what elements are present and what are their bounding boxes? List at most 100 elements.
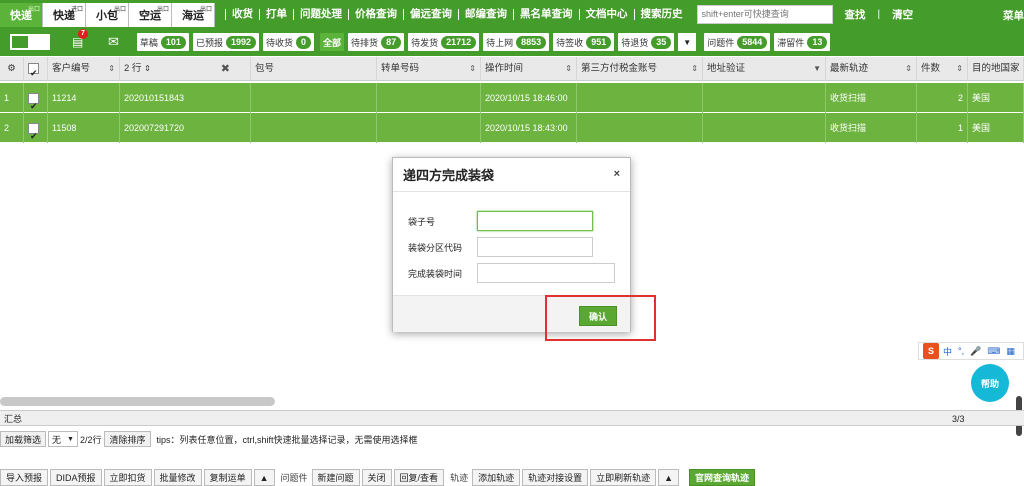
new-problem-button[interactable]: 新建问题 [311, 469, 360, 486]
hold-button[interactable]: 立即扣货 [103, 469, 152, 486]
status-pill-to-return[interactable]: 待退货 35 [618, 33, 675, 51]
finish-time-input[interactable] [477, 263, 615, 283]
bag-no-row: 袋子号 [393, 211, 593, 231]
status-pill-draft[interactable]: 草稿 101 [136, 33, 189, 51]
status-pill-to-online[interactable]: 待上网 8853 [483, 33, 550, 51]
zone-code-input[interactable] [477, 237, 593, 257]
status-pill-to-arrange[interactable]: 待排货 87 [348, 33, 405, 51]
page-indicator: 3/3 [952, 414, 965, 424]
col-header-customer-no[interactable]: 客户编号 ⇕ [48, 57, 120, 81]
chevron-up-icon[interactable]: ▲ [253, 469, 275, 486]
help-button[interactable]: 帮助 [971, 364, 1009, 402]
chevron-down-icon[interactable]: ▼ [678, 33, 697, 51]
close-icon[interactable]: ✖ [221, 57, 230, 81]
grid-icon[interactable]: ▦ [1006, 346, 1015, 357]
cell-order-no: 202007291720 [120, 113, 251, 143]
col-header-latest-track[interactable]: 最新轨迹 ⇕ [826, 57, 917, 81]
import-forecast-button[interactable]: 导入预报 [0, 469, 49, 486]
summary-bar: 汇总 3/3 [0, 410, 1024, 426]
menu-item-blacklist[interactable]: 黑名单查询 [513, 8, 579, 20]
table-row[interactable]: 1 11214 202010151843 2020/10/15 18:46:00… [0, 83, 1024, 113]
menu-item-problem[interactable]: 问题处理 [293, 8, 348, 20]
ime-punctuation-icon[interactable]: °, [958, 346, 964, 356]
close-problem-button[interactable]: 关闭 [361, 469, 392, 486]
add-track-button[interactable]: 添加轨迹 [472, 469, 521, 486]
microphone-icon[interactable]: 🎤 [970, 346, 981, 357]
select-all-checkbox[interactable] [24, 57, 48, 81]
col-header-transfer-no[interactable]: 转单号码 ⇕ [377, 57, 481, 81]
mode-tab-air[interactable]: 空运 出口 [129, 3, 172, 27]
cell-pieces: 2 [917, 83, 968, 113]
menu-item-receive[interactable]: 收货 [225, 8, 259, 20]
problem-label: 问题件 [280, 473, 308, 483]
menu-item-print[interactable]: 打单 [259, 8, 293, 20]
row-count: 2/2行 [79, 434, 102, 445]
col-header-address-verify[interactable]: 地址验证 ▼ [703, 57, 826, 81]
close-icon[interactable]: × [614, 168, 620, 180]
track-settings-button[interactable]: 轨迹对接设置 [522, 469, 589, 486]
summary-label: 汇总 [4, 414, 23, 424]
cell-latest-track: 收货扫描 [826, 83, 917, 113]
dialog-title: 递四方完成装袋 [393, 158, 630, 192]
menu-item-history[interactable]: 搜索历史 [633, 8, 689, 20]
gear-icon[interactable]: ⚙ [0, 57, 24, 81]
chevron-up-icon[interactable]: ▲ [658, 469, 680, 486]
chevron-down-icon: ▼ [813, 64, 821, 73]
sort-icon: ⇕ [469, 64, 476, 73]
mode-tab-express-import[interactable]: 快递 进口 [43, 3, 86, 27]
sort-icon: ⇕ [691, 64, 698, 73]
menu-item-postcode[interactable]: 邮编查询 [458, 8, 513, 20]
col-header-op-time[interactable]: 操作时间 ⇕ [481, 57, 577, 81]
row-checkbox[interactable] [24, 83, 48, 113]
sogou-logo-icon[interactable]: S [923, 343, 939, 359]
status-pill-problem[interactable]: 问题件 5844 [704, 33, 771, 51]
status-pill-to-sign[interactable]: 待签收 951 [553, 33, 615, 51]
mode-tab-small-parcel[interactable]: 小包 出口 [86, 3, 129, 27]
filter-bar: 加载筛选 无 ▼ 2/2行 清除排序 tips：列表任意位置，ctrl,shift… [0, 430, 1024, 448]
row-checkbox[interactable] [24, 113, 48, 143]
ime-chinese-toggle[interactable]: 中 [943, 345, 952, 358]
bag-no-input[interactable] [477, 211, 593, 231]
dida-forecast-button[interactable]: DIDA预报 [50, 469, 102, 486]
refresh-track-button[interactable]: 立即刷新轨迹 [590, 469, 657, 486]
status-pill-forecast[interactable]: 已预报 1992 [192, 33, 259, 51]
search-input[interactable] [696, 4, 833, 24]
status-pill-to-ship[interactable]: 待发货 21712 [408, 33, 480, 51]
clear-button[interactable]: 清空 [880, 7, 925, 22]
menu-item-price[interactable]: 价格查询 [348, 8, 403, 20]
menu-item-docs[interactable]: 文档中心 [578, 8, 634, 20]
menu-item-remote[interactable]: 偏远查询 [403, 8, 458, 20]
col-header-tax-account[interactable]: 第三方付税金账号 ⇕ [577, 57, 703, 81]
col-header-pieces[interactable]: 件数 ⇕ [917, 57, 968, 81]
col-header-dest-country[interactable]: 目的地国家 [968, 57, 1024, 81]
highlight-box [545, 295, 656, 341]
cell-address-verify [703, 83, 826, 113]
status-pill-all[interactable]: 全部 [320, 33, 345, 51]
col-header-row-count[interactable]: 2 行 ⇕ ✖ [120, 57, 251, 81]
official-track-button[interactable]: 官网查询轨迹 [689, 469, 756, 486]
status-pill-pending-receive[interactable]: 待收货 0 [263, 33, 315, 51]
menu-button[interactable]: 菜单 [1003, 8, 1024, 23]
layout-toggle-left[interactable] [10, 34, 30, 50]
batch-edit-button[interactable]: 批量修改 [153, 469, 202, 486]
col-header-bag-no[interactable]: 包号 [251, 57, 377, 81]
mode-tab-express-export[interactable]: 快递 出口 [0, 3, 43, 27]
horizontal-scrollbar[interactable] [0, 397, 275, 406]
document-icon[interactable]: ▤ 7 [72, 29, 88, 49]
search-button[interactable]: 查找 [833, 7, 878, 22]
zone-code-row: 装袋分区代码 [393, 237, 593, 257]
clear-sort-button[interactable]: 清除排序 [104, 431, 151, 447]
copy-waybill-button[interactable]: 复制运单 [203, 469, 252, 486]
table-row[interactable]: 2 11508 202007291720 2020/10/15 18:43:00… [0, 113, 1024, 143]
status-pill-stranded[interactable]: 滞留件 13 [774, 33, 831, 51]
mail-icon[interactable]: ✉ [108, 34, 119, 50]
chevron-down-icon: ▼ [67, 435, 74, 443]
layout-toggle-right[interactable] [30, 34, 50, 50]
filter-select[interactable]: 无 ▼ [48, 431, 78, 447]
reply-view-button[interactable]: 回复/查看 [393, 469, 445, 486]
keyboard-icon[interactable]: ⌨ [987, 346, 1000, 357]
load-filter-button[interactable]: 加载筛选 [0, 431, 47, 447]
mode-tab-sea[interactable]: 海运 出口 [172, 3, 215, 27]
sort-icon: ⇕ [905, 64, 912, 73]
status-filter-bar: ▤ 7 ✉ 草稿 101 已预报 1992 待收货 0 全部 待排货 87 待发货 2171… [0, 28, 1024, 56]
